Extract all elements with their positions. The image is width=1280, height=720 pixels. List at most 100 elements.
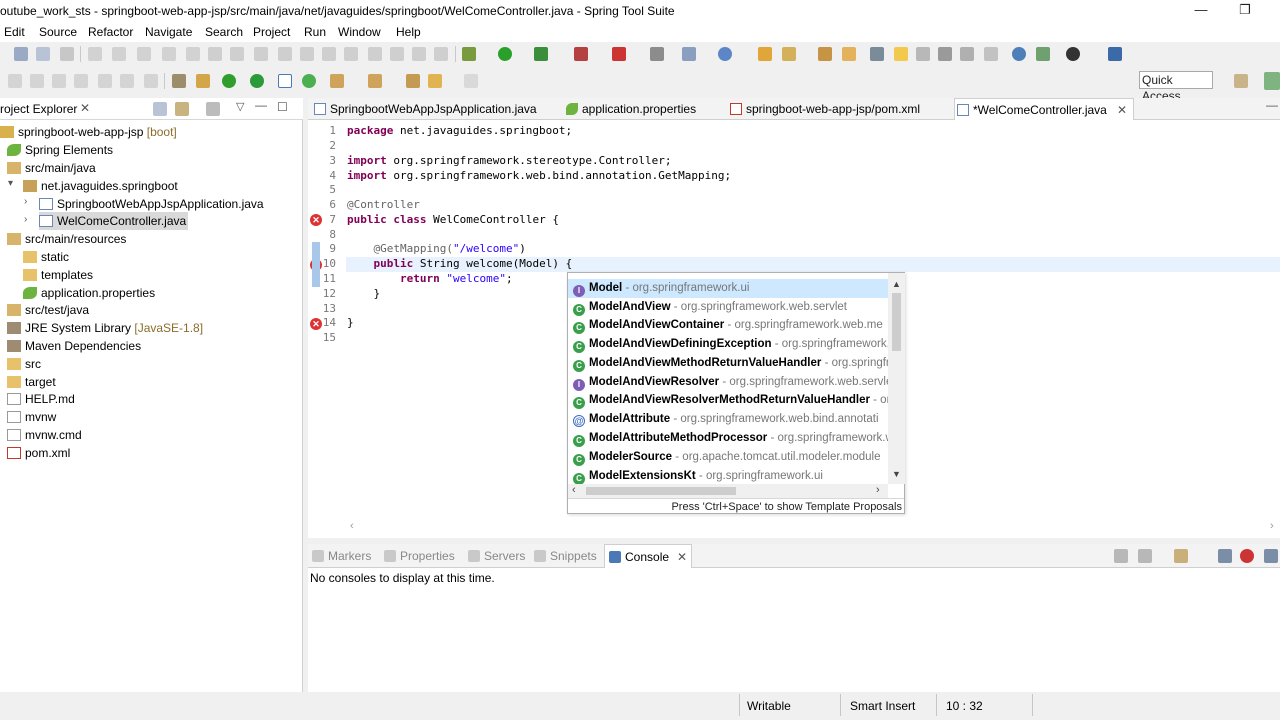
scroll-left-icon[interactable]: ‹ <box>350 520 354 532</box>
highlight-icon[interactable] <box>894 47 908 61</box>
java-perspective-icon[interactable] <box>1264 72 1280 90</box>
completion-item[interactable]: C ModelAndViewDefiningException - org.spr… <box>568 335 888 354</box>
scrollbar-thumb[interactable] <box>892 293 901 351</box>
minimize-view-icon[interactable] <box>1264 549 1278 563</box>
menu-navigate[interactable]: Navigate <box>145 25 192 39</box>
collapse-all-icon[interactable] <box>153 102 167 116</box>
completion-horizontal-scrollbar[interactable]: ‹ › <box>568 484 888 498</box>
last-edit-location-icon[interactable] <box>406 74 420 88</box>
display-console-icon[interactable] <box>1114 549 1128 563</box>
suspend-icon[interactable] <box>30 74 44 88</box>
menu-run[interactable]: Run <box>304 25 326 39</box>
search-icon[interactable] <box>782 47 796 61</box>
minimize-editor-icon[interactable]: — <box>1266 98 1278 112</box>
format-icon[interactable] <box>172 74 186 88</box>
print-icon[interactable] <box>60 47 74 61</box>
debug-tool-icon[interactable] <box>412 47 426 61</box>
block-selection-icon[interactable] <box>916 47 930 61</box>
menu-edit[interactable]: Edit <box>4 25 25 39</box>
previous-annotation-icon[interactable] <box>368 74 382 88</box>
console-menu-icon[interactable] <box>1138 549 1152 563</box>
annotation-icon[interactable] <box>870 47 884 61</box>
new-server-icon[interactable] <box>650 47 664 61</box>
completion-item[interactable]: C ModelerSource - org.apache.tomcat.util.… <box>568 448 888 467</box>
completion-item[interactable]: C ModelAndViewMethodReturnValueHandler - … <box>568 354 888 373</box>
scroll-down-icon[interactable]: ▼ <box>892 469 901 479</box>
resume-icon[interactable] <box>8 74 22 88</box>
completion-item[interactable]: I Model - org.springframework.ui <box>568 279 888 298</box>
tree-item-static[interactable]: static <box>23 248 69 266</box>
step-over-icon[interactable] <box>254 47 268 61</box>
completion-item[interactable]: C ModelAndViewContainer - org.springframe… <box>568 316 888 335</box>
tab-pom-xml[interactable]: springboot-web-app-jsp/pom.xml <box>728 98 920 120</box>
show-whitespace-icon[interactable] <box>960 47 974 61</box>
open-console-icon[interactable] <box>1174 549 1188 563</box>
completion-item[interactable]: C ModelAndView - org.springframework.web.… <box>568 298 888 317</box>
open-perspective-icon[interactable] <box>302 74 316 88</box>
tree-item-src-main-java[interactable]: src/main/java <box>7 159 96 177</box>
close-tab-icon[interactable]: ✕ <box>677 550 687 564</box>
minimize-button[interactable]: — <box>1186 2 1216 20</box>
outline-icon[interactable] <box>278 74 292 88</box>
completion-item[interactable]: I ModelAndViewResolver - org.springframew… <box>568 373 888 392</box>
tree-item-mvnw-cmd[interactable]: mvnw.cmd <box>7 426 82 444</box>
tree-item-application-java[interactable]: SpringbootWebAppJspApplication.java <box>39 195 264 213</box>
tab-properties[interactable]: Properties <box>384 544 455 568</box>
tree-item-src-main-resources[interactable]: src/main/resources <box>7 230 126 248</box>
toggle-mark-icon[interactable] <box>938 47 952 61</box>
breakpoint-icon[interactable] <box>208 47 222 61</box>
disconnect-icon[interactable] <box>74 74 88 88</box>
boot-dashboard-icon[interactable] <box>612 47 626 61</box>
external-tools-icon[interactable] <box>574 47 588 61</box>
next-annotation-icon[interactable] <box>330 74 344 88</box>
tab-snippets[interactable]: Snippets <box>534 544 597 568</box>
completion-item[interactable]: C ModelAttributeMethodProcessor - org.spr… <box>568 429 888 448</box>
debug-tool-icon[interactable] <box>344 47 358 61</box>
globe-icon[interactable] <box>1012 47 1026 61</box>
debug-tool-icon[interactable] <box>434 47 448 61</box>
menu-source[interactable]: Source <box>39 25 77 39</box>
forward-icon[interactable] <box>464 74 478 88</box>
open-type-icon[interactable] <box>758 47 772 61</box>
step-return-icon[interactable] <box>144 74 158 88</box>
back-icon[interactable] <box>428 74 442 88</box>
minimize-view-icon[interactable]: — <box>255 98 267 112</box>
tab-servers[interactable]: Servers <box>468 544 525 568</box>
tab-application-java[interactable]: SpringbootWebAppJspApplication.java <box>312 98 537 120</box>
save-icon[interactable] <box>14 47 28 61</box>
tree-item-project[interactable]: springboot-web-app-jsp [boot] <box>0 123 177 141</box>
step-into-icon[interactable] <box>98 74 112 88</box>
use-step-filters-icon[interactable] <box>322 47 336 61</box>
new-class-icon[interactable] <box>718 47 732 61</box>
pin-console-icon[interactable] <box>1218 549 1232 563</box>
connect-icon[interactable] <box>1036 47 1050 61</box>
tab-application-properties[interactable]: application.properties <box>564 98 696 120</box>
tree-item-maven-dependencies[interactable]: Maven Dependencies <box>7 337 141 355</box>
menu-search[interactable]: Search <box>205 25 243 39</box>
tree-item-package[interactable]: net.javaguides.springboot <box>23 177 178 195</box>
tree-item-src-test-java[interactable]: src/test/java <box>7 301 89 319</box>
filter-icon[interactable] <box>206 102 220 116</box>
maximize-view-icon[interactable]: ☐ <box>277 100 288 114</box>
project-explorer-title[interactable]: roject Explorer <box>0 102 77 116</box>
open-folder-icon[interactable] <box>842 47 856 61</box>
debug-icon[interactable] <box>462 47 476 61</box>
open-task-icon[interactable] <box>818 47 832 61</box>
tree-item-spring-elements[interactable]: Spring Elements <box>7 141 113 159</box>
scroll-right-icon[interactable]: › <box>1270 520 1274 532</box>
menu-window[interactable]: Window <box>338 25 381 39</box>
open-perspective-icon[interactable] <box>1234 74 1248 88</box>
menu-refactor[interactable]: Refactor <box>88 25 133 39</box>
completion-item[interactable]: @ ModelAttribute - org.springframework.we… <box>568 410 888 429</box>
chevron-right-icon[interactable]: › <box>24 214 27 225</box>
launch-icon[interactable] <box>186 47 200 61</box>
stop-icon[interactable] <box>162 47 176 61</box>
monitor-icon[interactable] <box>1108 47 1122 61</box>
tree-item-mvnw[interactable]: mvnw <box>7 408 56 426</box>
scroll-left-icon[interactable]: ‹ <box>572 484 576 496</box>
scroll-right-icon[interactable]: › <box>876 484 880 496</box>
relaunch-icon[interactable] <box>250 74 264 88</box>
chevron-right-icon[interactable]: › <box>24 196 27 207</box>
debug-tool-icon[interactable] <box>368 47 382 61</box>
quick-access-field[interactable]: Quick Access <box>1139 71 1213 103</box>
